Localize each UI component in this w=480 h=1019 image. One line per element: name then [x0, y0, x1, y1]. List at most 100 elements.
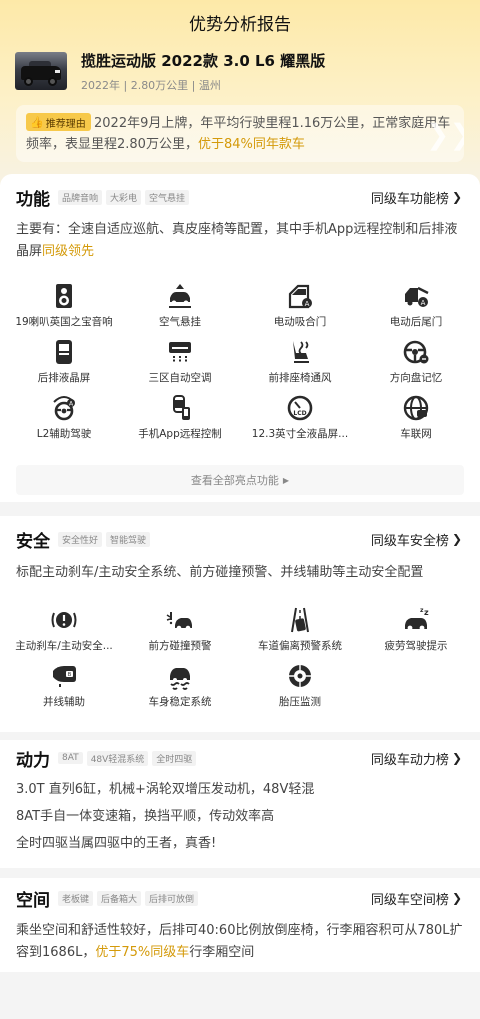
- air-suspension-icon: [169, 284, 191, 308]
- safety-desc: 标配主动刹车/主动安全系统、前方碰撞预警、并线辅助等主动安全配置: [16, 565, 424, 580]
- feature-label: 疲劳驾驶提示: [384, 640, 448, 652]
- reason-highlight: 优于84%同年款车: [197, 137, 305, 152]
- section-tag: 全时四驱: [152, 750, 197, 766]
- feature-item[interactable]: A 电动后尾门: [356, 282, 476, 329]
- feature-label: 电动吸合门: [273, 316, 327, 328]
- feature-label: 前方碰撞预警: [148, 640, 212, 652]
- feature-label: L2辅助驾驶: [36, 428, 92, 440]
- feature-item[interactable]: LCD 12.3英寸全液晶屏...: [240, 394, 360, 441]
- feature-item[interactable]: A L2辅助驾驶: [4, 394, 124, 441]
- svg-text:A: A: [305, 300, 310, 308]
- safety-rank-link[interactable]: 同级车安全榜 ❯: [371, 524, 462, 554]
- climate-icon: [169, 342, 191, 363]
- power-line: 全时四驱当属四驱中的王者，真香!: [16, 836, 217, 851]
- feature-label: 车道偏离预警系统: [258, 640, 342, 652]
- function-desc: 主要有：全速自适应巡航、真皮座椅等配置，其中手机App远程控制和后排液晶屏同级领…: [16, 222, 458, 259]
- section-title: 功能: [16, 189, 50, 210]
- connected-car-icon: [403, 395, 429, 421]
- view-all-features-button[interactable]: 查看全部亮点功能 ▶: [16, 465, 464, 495]
- thumbs-up-icon: 👍: [30, 115, 44, 129]
- collision-warning-icon: [166, 612, 192, 631]
- rear-screen-icon: [56, 340, 72, 364]
- section-title: 安全: [16, 531, 50, 552]
- feature-item[interactable]: 手机App远程控制: [120, 394, 240, 441]
- assisted-driving-icon: A: [53, 396, 75, 421]
- section-tag: 8AT: [58, 752, 83, 764]
- recommend-reason-tag: 👍 推荐理由: [26, 113, 91, 131]
- power-line: 8AT手自一体变速箱，换挡平顺，传动效率高: [16, 809, 275, 824]
- feature-item[interactable]: 前排座椅通风: [240, 338, 360, 385]
- feature-item[interactable]: 主动刹车/主动安全...: [4, 606, 124, 653]
- section-title: 空间: [16, 890, 50, 911]
- car-thumbnail[interactable]: [15, 52, 67, 90]
- power-line: 3.0T 直列6缸，机械+涡轮双增压发动机，48V轻混: [16, 782, 315, 797]
- lane-departure-icon: [291, 607, 309, 633]
- svg-text:A: A: [421, 299, 426, 307]
- feature-item[interactable]: 三区自动空调: [120, 338, 240, 385]
- active-brake-icon: [51, 612, 77, 628]
- feature-label: 空气悬挂: [159, 316, 201, 328]
- power-rank-link[interactable]: 同级车动力榜 ❯: [371, 743, 462, 773]
- power-tailgate-icon: A: [405, 286, 429, 307]
- space-section: 空间 老板键 后备箱大 后排可放倒 同级车空间榜 ❯ 乘坐空间和舒适性较好，后排可…: [0, 878, 480, 972]
- svg-text:z: z: [420, 607, 424, 614]
- feature-label: 电动后尾门: [389, 316, 443, 328]
- feature-item[interactable]: 空气悬挂: [120, 282, 240, 329]
- fatigue-alert-icon: zz: [405, 607, 429, 631]
- feature-label: 车联网: [400, 428, 432, 440]
- chevron-right-icon: ❯: [451, 532, 462, 546]
- feature-label: 19喇叭英国之宝音响: [15, 316, 113, 328]
- section-tag: 安全性好: [58, 531, 103, 547]
- section-tag: 后排可放倒: [145, 890, 199, 906]
- section-tag: 大彩电: [106, 189, 142, 205]
- feature-label: 手机App远程控制: [138, 428, 222, 440]
- feature-item[interactable]: zz 疲劳驾驶提示: [356, 606, 476, 653]
- soft-close-door-icon: A: [288, 284, 312, 309]
- feature-label: 后排液晶屏: [37, 372, 91, 384]
- feature-label: 主动刹车/主动安全...: [15, 640, 113, 652]
- section-tag: 智能驾驶: [106, 531, 151, 547]
- feature-item[interactable]: 车身稳定系统: [120, 662, 240, 709]
- steering-memory-icon: [403, 340, 429, 364]
- function-section: 功能 品牌音响 大彩电 空气悬挂 同级车功能榜 ❯ 主要有：全速自适应巡航、真皮座…: [0, 174, 480, 502]
- feature-item[interactable]: A 电动吸合门: [240, 282, 360, 329]
- feature-label: 车身稳定系统: [148, 696, 212, 708]
- feature-item[interactable]: 19喇叭英国之宝音响: [4, 282, 124, 329]
- feature-label: 三区自动空调: [148, 372, 212, 384]
- tire-pressure-icon: [289, 665, 311, 687]
- feature-item[interactable]: 车道偏离预警系统: [240, 606, 360, 653]
- hero-header: 优势分析报告 揽胜运动版 2022款 3.0 L6 耀黑版 2022年 | 2.…: [0, 0, 480, 185]
- section-tag: 老板键: [58, 890, 94, 906]
- feature-label: 前排座椅通风: [268, 372, 332, 384]
- feature-label: 胎压监测: [279, 696, 321, 708]
- feature-item[interactable]: 胎压监测: [240, 662, 360, 709]
- seat-ventilation-icon: [293, 341, 309, 363]
- stability-control-icon: [170, 668, 190, 690]
- blind-spot-icon: B: [53, 666, 76, 687]
- feature-label: 12.3英寸全液晶屏...: [251, 428, 349, 440]
- section-tag: 空气悬挂: [145, 189, 190, 205]
- space-rank-link[interactable]: 同级车空间榜 ❯: [371, 883, 462, 913]
- svg-text:z: z: [424, 608, 429, 617]
- car-name: 揽胜运动版 2022款 3.0 L6 耀黑版: [81, 52, 326, 70]
- chevron-right-icon: ❯: [451, 190, 462, 204]
- triangle-right-icon: ▶: [282, 475, 290, 485]
- car-meta: 2022年 | 2.80万公里 | 温州: [81, 79, 221, 92]
- section-tag: 48V轻混系统: [86, 750, 149, 766]
- chevron-right-icon: ❯: [451, 751, 462, 765]
- feature-item[interactable]: 方向盘记忆: [356, 338, 476, 385]
- lcd-cluster-icon: LCD: [287, 395, 313, 421]
- svg-text:LCD: LCD: [293, 410, 306, 417]
- section-tag: 品牌音响: [58, 189, 103, 205]
- feature-item[interactable]: 后排液晶屏: [4, 338, 124, 385]
- feature-item[interactable]: 车联网: [356, 394, 476, 441]
- function-rank-link[interactable]: 同级车功能榜 ❯: [371, 182, 462, 212]
- section-title: 动力: [16, 750, 50, 771]
- space-desc: 乘坐空间和舒适性较好，后排可40:60比例放倒座椅，行李厢容积可从780L扩容到…: [16, 923, 463, 960]
- quote-deco-icon: ❯❯: [426, 118, 464, 151]
- speaker-icon: [56, 284, 72, 308]
- page-title: 优势分析报告: [189, 15, 291, 35]
- feature-item[interactable]: B 并线辅助: [4, 662, 124, 709]
- feature-item[interactable]: 前方碰撞预警: [120, 606, 240, 653]
- chevron-right-icon: ❯: [451, 891, 462, 905]
